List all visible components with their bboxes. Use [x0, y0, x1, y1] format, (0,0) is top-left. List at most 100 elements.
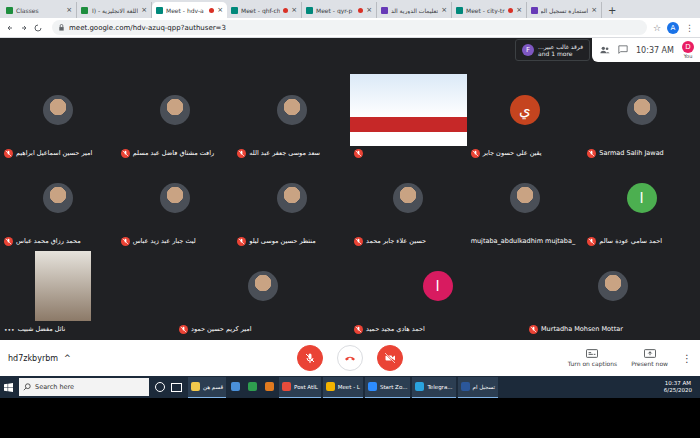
muted-mic-icon [587, 149, 596, 158]
recording-icon [508, 8, 513, 13]
close-tab-button[interactable]: × [441, 6, 447, 14]
tab-strip: Classes × اللغة الانجليزية - (I × Meet -… [0, 0, 700, 18]
options-button[interactable]: ••• [4, 326, 15, 333]
recording-icon [209, 8, 214, 13]
browser-tab[interactable]: Classes × [2, 2, 77, 18]
participant-tile[interactable]: منتظر حسين موسى ليلو [233, 162, 350, 248]
chat-icon[interactable] [618, 45, 628, 55]
people-icon[interactable] [600, 45, 610, 55]
presenter-pill[interactable]: F فرقد غالب عبير... and 1 more [515, 39, 590, 61]
participant-photo [277, 95, 307, 125]
participant-tile[interactable]: ••• نائل مفضل شبيب [0, 250, 175, 336]
system-clock[interactable]: 10:37 AM 6/25/2020 [664, 380, 696, 394]
browser-tab[interactable]: Meet - city-tr × [452, 2, 527, 18]
participant-label: احمد هادي مجيد حميد [350, 322, 525, 336]
app-icon [368, 382, 377, 391]
muted-mic-icon [471, 149, 480, 158]
participant-label: رافت مشتاق فاضل عبد مسلم [117, 146, 234, 160]
meeting-details-button[interactable]: hd7zkbyrbm ^ [8, 354, 178, 363]
screen: Classes × اللغة الانجليزية - (I × Meet -… [0, 0, 700, 438]
url-field[interactable]: meet.google.com/hdv-azuq-qpp?authuser=3 [52, 20, 647, 35]
close-tab-button[interactable]: × [217, 6, 223, 14]
browser-tab[interactable]: Meet - qhf-ch × [227, 2, 302, 18]
participant-photo [393, 183, 423, 213]
taskbar-search-field[interactable]: Search here [19, 378, 149, 396]
navigation-icon[interactable] [6, 23, 46, 33]
camera-button[interactable] [377, 345, 403, 371]
taskbar-app[interactable]: تسجيل ام [458, 377, 499, 398]
close-tab-button[interactable]: × [516, 6, 522, 14]
you-avatar[interactable]: D [682, 41, 694, 53]
muted-mic-icon [179, 325, 188, 334]
participant-tile[interactable]: حسين علاء جابر محمد [350, 162, 467, 248]
participant-tile[interactable]: ي يقين علي حسون جابر [467, 74, 584, 160]
taskbar-app[interactable]: Meet - L [323, 377, 363, 398]
taskbar-app[interactable]: Start Zo... [365, 377, 410, 398]
browser-tab[interactable]: Meet - qyr-p × [302, 2, 377, 18]
close-tab-button[interactable]: × [291, 6, 297, 14]
windows-start-icon[interactable] [4, 383, 13, 392]
participant-label: ليث جبار عبد زيد عباس [117, 234, 234, 248]
hang-up-button[interactable] [337, 345, 363, 371]
participant-label: Sarmad Salih Jawad [583, 146, 700, 160]
letter-avatar: ا [627, 183, 657, 213]
microphone-icon [304, 352, 316, 364]
close-tab-button[interactable]: × [66, 6, 72, 14]
browser-tab[interactable]: استمارة تسجيل الم × [527, 2, 602, 18]
participant-tile[interactable]: Sarmad Salih Jawad [583, 74, 700, 160]
participant-photo [598, 271, 628, 301]
participant-tile[interactable]: امير حسين اسماعيل ابراهيم [0, 74, 117, 160]
taskbar-app[interactable]: قسم هن [188, 377, 226, 398]
task-view-icon[interactable] [171, 383, 182, 392]
browser-tab[interactable]: Meet - hdv-a × [152, 2, 227, 18]
muted-mic-icon [237, 149, 246, 158]
app-icon [282, 382, 291, 391]
participant-tile[interactable]: ليث جبار عبد زيد عباس [117, 162, 234, 248]
browser-menu-button[interactable]: ⋮ [685, 23, 694, 33]
meeting-header: F فرقد غالب عبير... and 1 more 10:37 AM … [0, 38, 700, 62]
participant-tile[interactable]: Murtadha Mohsen Mottar [525, 250, 700, 336]
browser-tab[interactable]: تعليمات الدورية الد × [377, 2, 452, 18]
captions-button[interactable]: Turn on captions [568, 349, 617, 367]
close-tab-button[interactable]: × [141, 6, 147, 14]
participant-tile[interactable] [350, 74, 467, 160]
meeting-controls-bar: hd7zkbyrbm ^ Turn on captions Present no… [0, 340, 700, 376]
taskbar-app[interactable]: Post AtlL [279, 377, 321, 398]
present-button[interactable]: Present now [631, 349, 668, 367]
cortana-icon[interactable] [155, 382, 165, 392]
participant-tile[interactable]: امير كريم حسين حمود [175, 250, 350, 336]
close-tab-button[interactable]: × [591, 6, 597, 14]
bookmark-icon[interactable]: ☆ [653, 23, 661, 33]
participant-tile[interactable]: سعد موسى جعفر عبد الله [233, 74, 350, 160]
presenter-avatar: F [522, 44, 534, 56]
participant-tile[interactable]: محمد رزاق محمد عباس [0, 162, 117, 248]
new-tab-button[interactable]: + [602, 5, 622, 18]
more-options-button[interactable]: ⋮ [682, 353, 692, 364]
camera-icon [384, 352, 396, 364]
taskbar-app[interactable] [245, 377, 260, 397]
participant-tile[interactable]: ا احمد سامي عودة سالم [583, 162, 700, 248]
participant-photo [277, 183, 307, 213]
captions-icon [586, 349, 598, 358]
muted-mic-icon [354, 237, 363, 246]
participant-label: امير كريم حسين حمود [175, 322, 350, 336]
participant-photo [510, 183, 540, 213]
letter-avatar: ا [423, 271, 453, 301]
participant-tile[interactable]: رافت مشتاق فاضل عبد مسلم [117, 74, 234, 160]
browser-tab[interactable]: اللغة الانجليزية - (I × [77, 2, 152, 18]
participant-tile[interactable]: mujtaba_abdulkadhim mujtaba_ [467, 162, 584, 248]
participant-label: حسين علاء جابر محمد [350, 234, 467, 248]
microphone-button[interactable] [297, 345, 323, 371]
taskbar-app[interactable] [228, 377, 243, 397]
close-tab-button[interactable]: × [366, 6, 372, 14]
participant-tile[interactable]: ا احمد هادي مجيد حميد [350, 250, 525, 336]
participant-row: امير حسين اسماعيل ابراهيم رافت مشتاق فاض… [0, 74, 700, 160]
participant-photo [43, 95, 73, 125]
video-frame [35, 251, 91, 321]
search-icon [23, 383, 31, 391]
muted-mic-icon [4, 237, 13, 246]
profile-avatar[interactable]: A [667, 22, 679, 34]
taskbar-app[interactable] [262, 377, 277, 397]
taskbar-app[interactable]: Telegra... [412, 377, 455, 398]
favicon-icon [6, 7, 13, 14]
